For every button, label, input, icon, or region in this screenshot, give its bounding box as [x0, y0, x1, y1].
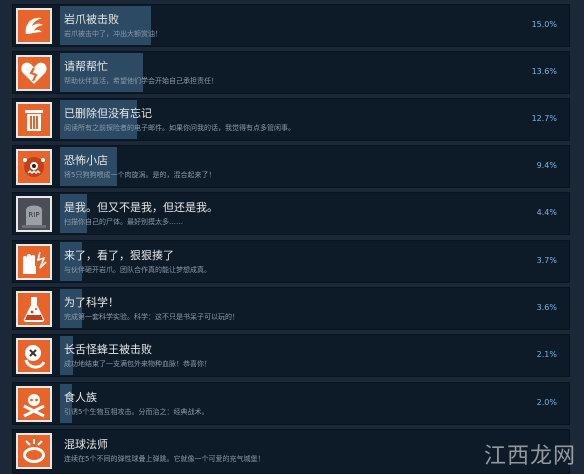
achievement-row[interactable]: 已删除但没有忘记 阅读所有之前探险者的电子邮件。如果你问我的话，我觉得有点多管闲…	[12, 98, 570, 141]
flask-icon	[16, 291, 52, 327]
achievement-row[interactable]: 请帮帮忙 帮助伙伴复活，希望他们学会开始自己承担责任！ 13.6%	[12, 51, 570, 94]
unlock-percentage: 2.0%	[536, 398, 557, 407]
achievement-title: 是我。但又不是我，但还是我。	[64, 201, 218, 214]
achievement-title: 已删除但没有忘记	[64, 107, 152, 120]
achievement-description: 连续在5个不同的弹性球叠上弹跳。它就像一个可爱的充气城堡！	[64, 455, 265, 463]
unlock-percentage: 2.1%	[536, 350, 557, 359]
achievement-title: 长舌怪蜂王被击败	[64, 343, 152, 356]
achievement-description: 岩爪被击中了，冲出大额赏油！	[64, 30, 162, 38]
broken-heart-icon	[16, 55, 52, 91]
achievement-title: 恐怖小店	[64, 154, 108, 167]
tombstone-icon: RIP	[16, 196, 52, 232]
unlock-percentage: 4.4%	[536, 208, 557, 217]
achievement-title: 食人族	[64, 391, 97, 404]
achievement-description: 扫描你自己的尸体。最好别摸太多……	[64, 218, 183, 226]
achievement-title: 请帮帮忙	[64, 60, 108, 73]
achievement-row[interactable]: 恐怖小店 将5只狗狗喂成一个肉旋涡。是的，混合起来了！ 9.4%	[12, 145, 570, 188]
achievement-description: 帮助伙伴复活，希望他们学会开始自己承担责任！	[64, 77, 218, 85]
svg-text:RIP: RIP	[28, 211, 39, 219]
creature-eye-icon	[16, 338, 52, 374]
claw-icon	[16, 8, 52, 44]
achievement-list: 岩爪被击败 岩爪被击中了，冲出大额赏油！ 15.0% 请帮帮忙 帮助伙伴复活，希…	[0, 0, 584, 474]
achievement-description: 将5只狗狗喂成一个肉旋涡。是的，混合起来了！	[64, 171, 216, 179]
trash-can-icon	[16, 102, 52, 138]
crossbones-icon	[16, 386, 52, 422]
achievement-row[interactable]: 来了，看了，狠狠揍了 与伙伴砸开岩爪。团队合作真的能让梦想成真。 3.7%	[12, 240, 570, 283]
achievement-title: 来了，看了，狠狠揍了	[64, 249, 174, 262]
achievement-description: 阅读所有之前探险者的电子邮件。如果你问我的话，我觉得有点多管闲事。	[64, 124, 295, 132]
achievement-title: 为了科学！	[64, 296, 119, 309]
achievement-row[interactable]: RIP 是我。但又不是我，但还是我。 扫描你自己的尸体。最好别摸太多…… 4.4…	[12, 192, 570, 235]
achievement-row[interactable]: 为了科学！ 完成第一套科学实验。科学：这不只是书呆子可以玩的！ 3.6%	[12, 287, 570, 330]
achievement-row[interactable]: 岩爪被击败 岩爪被击中了，冲出大额赏油！ 15.0%	[12, 4, 570, 47]
unlock-percentage: 13.6%	[531, 67, 557, 76]
achievement-description: 成功地结束了一支满包外来物种血脉！恭喜你！	[64, 360, 211, 368]
unlock-percentage: 12.7%	[531, 114, 557, 123]
achievement-description: 引诱5个生物互相攻击。分而治之：经典战术。	[64, 408, 209, 416]
achievement-title: 岩爪被击败	[64, 13, 119, 26]
site-watermark: 江西龙网	[483, 444, 576, 469]
unlock-percentage: 3.6%	[536, 303, 557, 312]
achievement-description: 完成第一套科学实验。科学：这不只是书呆子可以玩的！	[64, 313, 239, 321]
achievement-description: 与伙伴砸开岩爪。团队合作真的能让梦想成真。	[64, 266, 211, 274]
punch-hand-icon	[16, 244, 52, 280]
unlock-percentage: 15.0%	[531, 20, 557, 29]
achievement-row[interactable]: 食人族 引诱5个生物互相攻击。分而治之：经典战术。 2.0%	[12, 382, 570, 425]
monster-face-icon	[16, 149, 52, 185]
achievement-title: 混球法师	[64, 438, 108, 451]
achievement-row[interactable]: 长舌怪蜂王被击败 成功地结束了一支满包外来物种血脉！恭喜你！ 2.1%	[12, 334, 570, 377]
unlock-percentage: 3.7%	[536, 256, 557, 265]
unlock-percentage: 9.4%	[536, 161, 557, 170]
jelly-ball-icon	[16, 433, 52, 469]
